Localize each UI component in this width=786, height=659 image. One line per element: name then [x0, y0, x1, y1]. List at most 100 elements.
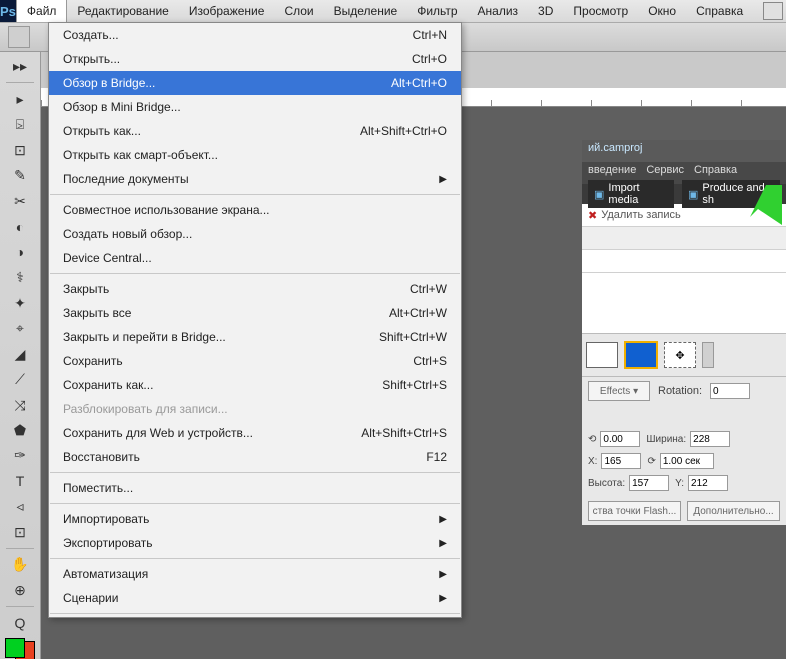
file-menu-item-2[interactable]: Обзор в Bridge...Alt+Ctrl+O — [49, 71, 461, 95]
x-label: X: — [588, 456, 597, 467]
file-menu-item-13[interactable]: Закрыть всеAlt+Ctrl+W — [49, 301, 461, 325]
menu-item-label: Обзор в Mini Bridge... — [63, 100, 181, 114]
menu-фильтр[interactable]: Фильтр — [407, 0, 467, 22]
tool-16[interactable]: ◃ — [5, 495, 35, 518]
tool-14[interactable]: ✑ — [5, 444, 35, 467]
file-menu-item-24[interactable]: Экспортировать▶ — [49, 531, 461, 555]
tool-7[interactable]: ⚕ — [5, 266, 35, 289]
tool-11[interactable]: ⟋ — [5, 368, 35, 391]
menu-item-shortcut: Ctrl+S — [413, 354, 447, 368]
file-menu-item-5[interactable]: Открыть как смарт-объект... — [49, 143, 461, 167]
menu-окно[interactable]: Окно — [638, 0, 686, 22]
tool-1[interactable]: ⍄ — [5, 113, 35, 136]
file-menu-item-0[interactable]: Создать...Ctrl+N — [49, 23, 461, 47]
tool-15[interactable]: T — [5, 470, 35, 493]
tool-8[interactable]: ✦ — [5, 291, 35, 314]
color-swatches[interactable] — [5, 638, 35, 659]
x-input[interactable] — [601, 453, 641, 469]
menu-item-shortcut: Shift+Ctrl+S — [382, 378, 447, 392]
menu-item-label: Создать новый обзор... — [63, 227, 192, 241]
menu-item-label: Закрыть и перейти в Bridge... — [63, 330, 226, 344]
menu-item-label: Восстановить — [63, 450, 140, 464]
menu-item-label: Разблокировать для записи... — [63, 402, 228, 416]
menu-выделение[interactable]: Выделение — [324, 0, 408, 22]
flash-button[interactable]: ства точки Flash... — [588, 501, 681, 521]
file-menu-item-1[interactable]: Открыть...Ctrl+O — [49, 47, 461, 71]
green-arrow-icon — [748, 185, 784, 225]
height-input[interactable] — [629, 475, 669, 491]
tool-13[interactable]: ⬟ — [5, 419, 35, 442]
file-menu-item-12[interactable]: ЗакрытьCtrl+W — [49, 277, 461, 301]
file-menu-item-8[interactable]: Совместное использование экрана... — [49, 198, 461, 222]
menu-просмотр[interactable]: Просмотр — [563, 0, 638, 22]
tool-2[interactable]: ⊡ — [5, 138, 35, 161]
app-logo-icon: Ps — [0, 0, 16, 22]
file-menu-item-6[interactable]: Последние документы▶ — [49, 167, 461, 191]
menu-изображение[interactable]: Изображение — [179, 0, 275, 22]
file-menu-item-27[interactable]: Сценарии▶ — [49, 586, 461, 610]
y-label: Y: — [675, 478, 684, 489]
y-input[interactable] — [688, 475, 728, 491]
menu-справка[interactable]: Справка — [686, 0, 753, 22]
menu-item-label: Поместить... — [63, 481, 133, 495]
file-menu-item-19[interactable]: Восстановить F12 — [49, 445, 461, 469]
menu-item-label: Экспортировать — [63, 536, 153, 550]
file-menu-item-15[interactable]: СохранитьCtrl+S — [49, 349, 461, 373]
tool-10[interactable]: ◢ — [5, 342, 35, 365]
tool-collapse[interactable]: ▸▸ — [5, 55, 35, 78]
secondary-title-bar: ий.camproj — [582, 140, 786, 162]
tool-0[interactable]: ▸ — [5, 87, 35, 110]
menu-item-shortcut: F12 — [426, 450, 447, 464]
import-media-button[interactable]: ▣Import media — [588, 180, 674, 208]
file-menu-item-17: Разблокировать для записи... — [49, 397, 461, 421]
file-menu-item-14[interactable]: Закрыть и перейти в Bridge...Shift+Ctrl+… — [49, 325, 461, 349]
menu-item-shortcut: Alt+Ctrl+W — [389, 306, 447, 320]
tool-5[interactable]: ◐ — [5, 215, 35, 238]
menu-item-label: Автоматизация — [63, 567, 148, 581]
menu-3d[interactable]: 3D — [528, 0, 563, 22]
file-menu-item-21[interactable]: Поместить... — [49, 476, 461, 500]
file-menu-item-16[interactable]: Сохранить как...Shift+Ctrl+S — [49, 373, 461, 397]
menu-item-shortcut: Ctrl+O — [412, 52, 447, 66]
height-label: Высота: — [588, 478, 625, 489]
tool-19[interactable]: ⊕ — [5, 579, 35, 602]
menu-анализ[interactable]: Анализ — [468, 0, 529, 22]
file-menu-item-26[interactable]: Автоматизация ▶ — [49, 562, 461, 586]
delete-label[interactable]: Удалить запись — [601, 209, 681, 221]
file-menu-item-3[interactable]: Обзор в Mini Bridge... — [49, 95, 461, 119]
tool-4[interactable]: ✂ — [5, 189, 35, 212]
tool-12[interactable]: ⤨ — [5, 393, 35, 416]
time-input-1[interactable] — [600, 431, 640, 447]
tool-6[interactable]: ◑ — [5, 240, 35, 263]
menu-item-label: Закрыть — [63, 282, 109, 296]
tool-17[interactable]: ⊡ — [5, 521, 35, 544]
submenu-arrow-icon: ▶ — [439, 514, 447, 525]
menu-слои[interactable]: Слои — [274, 0, 323, 22]
menu-редактирование[interactable]: Редактирование — [67, 0, 178, 22]
tool-9[interactable]: ⌖ — [5, 317, 35, 340]
submenu-arrow-icon: ▶ — [439, 593, 447, 604]
header-button-1[interactable] — [763, 2, 783, 20]
tools-panel: ▸▸▸⍄⊡✎✂◐◑⚕✦⌖◢⟋⤨⬟✑T◃⊡✋⊕Q — [0, 52, 41, 659]
file-menu-item-23[interactable]: Импортировать▶ — [49, 507, 461, 531]
thumbnail-selected[interactable] — [624, 341, 658, 369]
tool-20[interactable]: Q — [5, 611, 35, 634]
file-menu-item-18[interactable]: Сохранить для Web и устройств...Alt+Shif… — [49, 421, 461, 445]
menu-файл[interactable]: Файл — [16, 0, 68, 22]
tool-18[interactable]: ✋ — [5, 553, 35, 576]
file-menu-item-10[interactable]: Device Central... — [49, 246, 461, 270]
scroll-handle[interactable] — [702, 342, 714, 368]
options-icon[interactable] — [8, 26, 30, 48]
time-input-2[interactable] — [660, 453, 714, 469]
width-input[interactable] — [690, 431, 730, 447]
menu-item-label: Сохранить для Web и устройств... — [63, 426, 253, 440]
rotation-input[interactable] — [710, 383, 750, 399]
thumbnail[interactable] — [586, 342, 618, 368]
submenu-arrow-icon: ▶ — [439, 569, 447, 580]
more-button[interactable]: Дополнительно... — [687, 501, 780, 521]
effects-dropdown[interactable]: Effects ▾ — [588, 381, 650, 401]
file-menu-item-9[interactable]: Создать новый обзор... — [49, 222, 461, 246]
thumbnail-add[interactable]: ✥ — [664, 342, 696, 368]
tool-3[interactable]: ✎ — [5, 164, 35, 187]
file-menu-item-4[interactable]: Открыть как...Alt+Shift+Ctrl+O — [49, 119, 461, 143]
